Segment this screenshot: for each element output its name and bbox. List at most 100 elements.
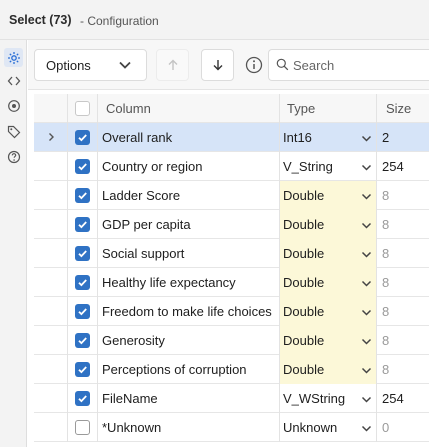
field-type-select[interactable]: Double [280, 239, 377, 268]
chevron-right-icon[interactable] [46, 130, 56, 145]
field-size-value: 8 [382, 275, 390, 290]
column-header-type[interactable]: Type [280, 94, 377, 123]
select-all-checkbox[interactable] [75, 101, 90, 116]
field-type-select[interactable]: Double [280, 355, 377, 384]
chevron-down-icon [119, 61, 131, 69]
field-checkbox[interactable] [75, 362, 90, 377]
field-size[interactable]: 8 [377, 181, 429, 210]
column-header-size[interactable]: Size [377, 94, 429, 123]
field-type-select[interactable]: V_WString [280, 384, 377, 413]
field-type-select[interactable]: Int16 [280, 123, 377, 152]
field-checkbox[interactable] [75, 333, 90, 348]
move-up-button[interactable] [156, 49, 189, 81]
row-checkbox-cell [68, 355, 98, 384]
field-name-text: Healthy life expectancy [102, 275, 236, 290]
field-name[interactable]: *Unknown [98, 413, 280, 442]
field-type-select[interactable]: Double [280, 268, 377, 297]
field-size[interactable]: 2 [377, 123, 429, 152]
field-size-value: 2 [382, 130, 390, 145]
table-row[interactable]: Country or region V_String 254 [34, 152, 429, 181]
field-size[interactable]: 8 [377, 268, 429, 297]
table-row[interactable]: Perceptions of corruption Double 8 [34, 355, 429, 384]
field-name[interactable]: FileName [98, 384, 280, 413]
row-expand-cell [34, 152, 68, 181]
field-size[interactable]: 8 [377, 326, 429, 355]
field-name[interactable]: Overall rank [98, 123, 280, 152]
table-row[interactable]: Freedom to make life choices Double 8 [34, 297, 429, 326]
field-checkbox[interactable] [75, 159, 90, 174]
field-size[interactable]: 254 [377, 384, 429, 413]
field-type-value: V_WString [283, 391, 346, 406]
field-size-value: 8 [382, 362, 390, 377]
field-checkbox[interactable] [75, 130, 90, 145]
row-expand-cell [34, 326, 68, 355]
field-checkbox[interactable] [75, 217, 90, 232]
table-row[interactable]: Ladder Score Double 8 [34, 181, 429, 210]
table-row[interactable]: Generosity Double 8 [34, 326, 429, 355]
chevron-down-icon [361, 393, 372, 408]
info-icon[interactable] [244, 55, 264, 75]
options-dropdown[interactable]: Options [34, 49, 147, 81]
row-expand-cell [34, 384, 68, 413]
field-name-text: GDP per capita [102, 217, 191, 232]
row-checkbox-cell [68, 123, 98, 152]
field-size[interactable]: 8 [377, 210, 429, 239]
field-name[interactable]: GDP per capita [98, 210, 280, 239]
field-checkbox[interactable] [75, 391, 90, 406]
field-type-select[interactable]: Unknown [280, 413, 377, 442]
chevron-down-icon [361, 132, 372, 147]
side-icon-bar [0, 40, 27, 447]
search-input[interactable] [293, 56, 429, 74]
row-checkbox-cell [68, 210, 98, 239]
field-name[interactable]: Healthy life expectancy [98, 268, 280, 297]
table-row[interactable]: *Unknown Unknown 0 [34, 413, 429, 442]
tag-icon[interactable] [4, 122, 23, 141]
table-row[interactable]: Overall rank Int16 2 [34, 123, 429, 152]
field-size-value: 8 [382, 246, 390, 261]
table-row[interactable]: Healthy life expectancy Double 8 [34, 268, 429, 297]
target-icon[interactable] [4, 96, 23, 115]
field-name[interactable]: Country or region [98, 152, 280, 181]
field-size[interactable]: 8 [377, 239, 429, 268]
field-type-select[interactable]: Double [280, 297, 377, 326]
field-name[interactable]: Ladder Score [98, 181, 280, 210]
row-expand-cell [34, 297, 68, 326]
field-name[interactable]: Freedom to make life choices [98, 297, 280, 326]
field-type-select[interactable]: Double [280, 210, 377, 239]
field-size[interactable]: 254 [377, 152, 429, 181]
table-row[interactable]: Social support Double 8 [34, 239, 429, 268]
field-size[interactable]: 8 [377, 297, 429, 326]
window-title: Select (73) [9, 13, 72, 27]
field-checkbox[interactable] [75, 188, 90, 203]
field-type-select[interactable]: Double [280, 181, 377, 210]
field-checkbox[interactable] [75, 304, 90, 319]
field-checkbox[interactable] [75, 246, 90, 261]
field-type-select[interactable]: Double [280, 326, 377, 355]
field-size[interactable]: 0 [377, 413, 429, 442]
field-checkbox[interactable] [75, 420, 90, 435]
field-checkbox[interactable] [75, 275, 90, 290]
gear-icon[interactable] [4, 48, 23, 67]
field-name-text: Country or region [102, 159, 203, 174]
field-name[interactable]: Social support [98, 239, 280, 268]
row-expand-cell[interactable] [34, 123, 68, 152]
code-brackets-icon[interactable] [4, 71, 23, 90]
chevron-down-icon [361, 190, 372, 205]
chevron-down-icon [361, 364, 372, 379]
field-name-text: FileName [102, 391, 158, 406]
search-field[interactable] [268, 49, 429, 81]
row-expand-cell [34, 239, 68, 268]
field-size[interactable]: 8 [377, 355, 429, 384]
field-size-value: 254 [382, 391, 404, 406]
move-down-button[interactable] [201, 49, 234, 81]
field-type-select[interactable]: V_String [280, 152, 377, 181]
help-icon[interactable] [4, 147, 23, 166]
field-name[interactable]: Generosity [98, 326, 280, 355]
column-header-column[interactable]: Column [98, 94, 280, 123]
field-size-value: 8 [382, 188, 390, 203]
table-row[interactable]: GDP per capita Double 8 [34, 210, 429, 239]
field-name[interactable]: Perceptions of corruption [98, 355, 280, 384]
table-row[interactable]: FileName V_WString 254 [34, 384, 429, 413]
field-type-value: V_String [283, 159, 333, 174]
arrow-up-icon [168, 59, 177, 70]
